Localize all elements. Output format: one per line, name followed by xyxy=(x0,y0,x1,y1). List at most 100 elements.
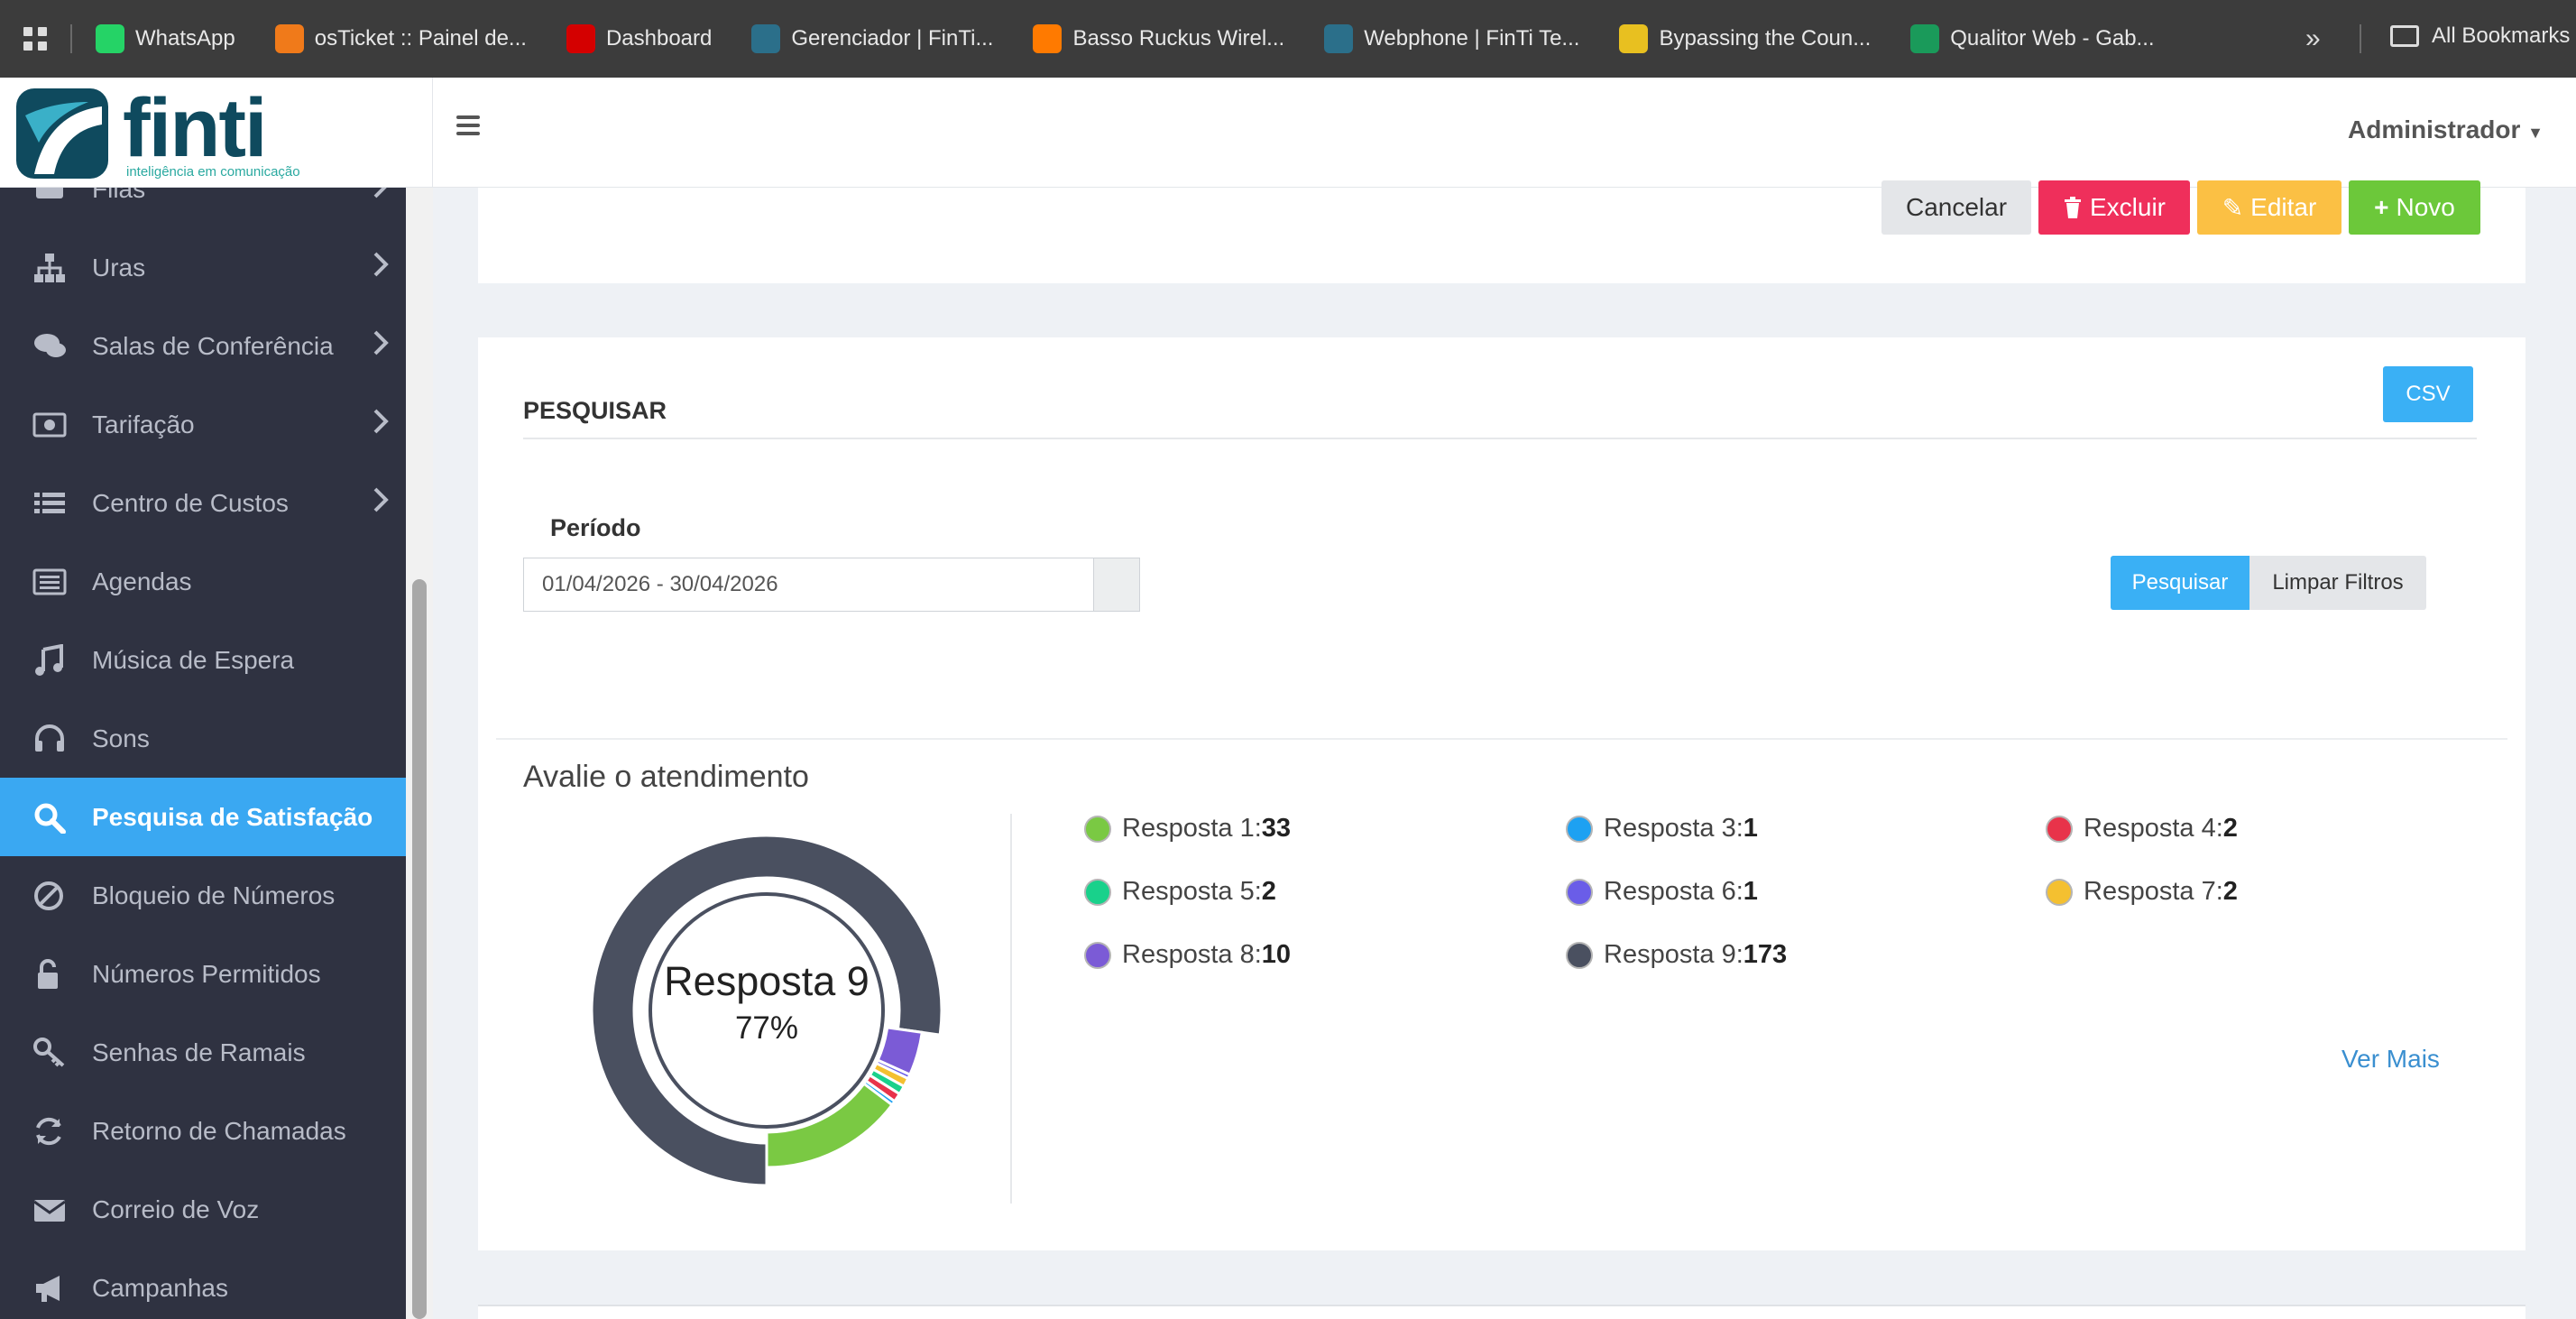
search-button[interactable]: Pesquisar xyxy=(2111,556,2249,610)
period-label: Período xyxy=(550,514,641,541)
all-bookmarks-label: All Bookmarks xyxy=(2432,23,2571,48)
sidebar-item-senhas-de-ramais[interactable]: Senhas de Ramais xyxy=(0,1013,406,1092)
legend-item[interactable]: Resposta 8: 10 xyxy=(1084,940,1291,970)
delete-button[interactable]: Excluir xyxy=(2038,180,2190,235)
bookmark-item[interactable]: Dashboard xyxy=(566,24,712,53)
legend-count: 33 xyxy=(1261,814,1292,843)
chevron-right-icon xyxy=(372,485,390,521)
sidebar-item-salas-de-conferencia[interactable]: Salas de Conferência xyxy=(0,307,406,385)
bookmark-label: Bypassing the Coun... xyxy=(1659,26,1872,51)
divider xyxy=(496,738,2507,740)
chevron-double-right-icon[interactable]: » xyxy=(2305,23,2321,54)
search-icon xyxy=(32,801,83,834)
music-icon xyxy=(32,643,83,677)
legend-swatch xyxy=(1566,878,1593,906)
app-header: finti inteligência em comunicação Admini… xyxy=(0,78,2576,188)
csv-label: CSV xyxy=(2406,382,2451,406)
legend-label: Resposta 3: xyxy=(1604,814,1743,843)
hamburger-menu-icon[interactable] xyxy=(456,115,480,135)
sidebar-item-label: Tarifação xyxy=(92,410,195,438)
chevron-right-icon xyxy=(372,250,390,285)
legend-count: 10 xyxy=(1261,940,1292,969)
delete-label: Excluir xyxy=(2089,193,2166,221)
pencil-icon: ✎ xyxy=(2222,193,2244,222)
period-date-range-input[interactable]: 01/04/2026 - 30/04/2026 xyxy=(523,558,1095,612)
sidebar-item-uras[interactable]: Uras xyxy=(0,228,406,307)
cancel-button[interactable]: Cancelar xyxy=(1881,180,2031,235)
sidebar-item-filas[interactable]: Filas xyxy=(0,188,406,228)
ban-icon xyxy=(32,880,83,912)
sidebar-item-numeros-permitidos[interactable]: Números Permitidos xyxy=(0,935,406,1013)
legend-swatch xyxy=(2046,815,2073,843)
sidebar-scrollbar-thumb[interactable] xyxy=(412,579,427,1319)
envelope-icon xyxy=(32,1194,83,1226)
bookmark-label: WhatsApp xyxy=(135,26,235,51)
agenda-icon xyxy=(32,566,83,598)
all-bookmarks-button[interactable]: All Bookmarks xyxy=(2390,23,2570,49)
sidebar-item-label: Filas xyxy=(92,188,146,203)
sidebar-item-label: Centro de Custos xyxy=(92,488,289,517)
plus-icon: + xyxy=(2374,193,2389,221)
sidebar-item-musica-de-espera[interactable]: Música de Espera xyxy=(0,621,406,699)
bookmark-item[interactable]: Qualitor Web - Gab... xyxy=(1910,24,2155,53)
unlock-icon xyxy=(32,958,83,991)
legend-item[interactable]: Resposta 4: 2 xyxy=(2046,814,2238,844)
logo[interactable]: finti inteligência em comunicação xyxy=(0,78,433,188)
see-more-link[interactable]: Ver Mais xyxy=(2341,1045,2440,1074)
bookmark-item[interactable]: Gerenciador | FinTi... xyxy=(751,24,993,53)
chart-center-percent: 77% xyxy=(734,1010,799,1046)
search-section-title: PESQUISAR xyxy=(523,397,667,424)
zabbix-icon xyxy=(566,24,595,53)
sidebar-item-centro-de-custos[interactable]: Centro de Custos xyxy=(0,464,406,542)
bookmark-label: Dashboard xyxy=(605,26,713,51)
list-icon xyxy=(32,487,83,520)
legend-count: 2 xyxy=(1261,877,1276,906)
csv-button[interactable]: CSV xyxy=(2383,366,2473,422)
sidebar-item-correio-de-voz[interactable]: Correio de Voz xyxy=(0,1170,406,1249)
legend-count: 2 xyxy=(2222,814,2238,843)
legend-item[interactable]: Resposta 6: 1 xyxy=(1566,877,1758,907)
user-menu[interactable]: Administrador ▼ xyxy=(2348,115,2544,144)
bookmark-item[interactable]: osTicket :: Painel de... xyxy=(274,24,527,53)
chat-icon xyxy=(32,330,83,363)
money-icon xyxy=(32,409,83,441)
legend-label: Resposta 9: xyxy=(1604,940,1743,969)
calendar-addon[interactable] xyxy=(1093,558,1140,612)
sidebar-item-label: Bloqueio de Números xyxy=(92,881,336,909)
sidebar-item-pesquisa-de-satisfacao[interactable]: Pesquisa de Satisfação xyxy=(0,778,406,856)
legend-item[interactable]: Resposta 1: 33 xyxy=(1084,814,1291,844)
sidebar-item-bloqueio-de-numeros[interactable]: Bloqueio de Números xyxy=(0,856,406,935)
sidebar-item-sons[interactable]: Sons xyxy=(0,699,406,778)
legend-swatch xyxy=(2046,878,2073,906)
sidebar: Filas Uras Salas de Conferência Tarifação Ce… xyxy=(0,188,406,1319)
chart-center-label: Resposta 9 xyxy=(664,958,869,1004)
legend-label: Resposta 4: xyxy=(2084,814,2223,843)
folder-icon xyxy=(2390,25,2419,47)
legend-item[interactable]: Resposta 5: 2 xyxy=(1084,877,1276,907)
sidebar-item-label: Agendas xyxy=(92,567,192,595)
sidebar-item-agendas[interactable]: Agendas xyxy=(0,542,406,621)
legend-count: 173 xyxy=(1743,940,1788,969)
user-name: Administrador xyxy=(2348,115,2521,143)
bookmark-item[interactable]: WhatsApp xyxy=(96,24,235,53)
legend-item[interactable]: Resposta 3: 1 xyxy=(1566,814,1758,844)
bookmark-item[interactable]: Basso Ruckus Wirel... xyxy=(1033,24,1284,53)
bookmark-item[interactable]: Bypassing the Coun... xyxy=(1619,24,1871,53)
sidebar-item-campanhas[interactable]: Campanhas xyxy=(0,1249,406,1319)
clear-filters-button[interactable]: Limpar Filtros xyxy=(2249,556,2426,610)
legend-count: 1 xyxy=(1743,877,1758,906)
legend-swatch xyxy=(1566,941,1593,969)
edit-button[interactable]: ✎ Editar xyxy=(2197,180,2341,235)
apps-grid-icon[interactable] xyxy=(0,26,70,51)
legend-item[interactable]: Resposta 7: 2 xyxy=(2046,877,2238,907)
bookmark-item[interactable]: Webphone | FinTi Te... xyxy=(1324,24,1579,53)
legend-label: Resposta 5: xyxy=(1122,877,1262,906)
sidebar-item-retorno-de-chamadas[interactable]: Retorno de Chamadas xyxy=(0,1092,406,1170)
legend-item[interactable]: Resposta 9: 173 xyxy=(1566,940,1787,970)
legend-swatch xyxy=(1084,878,1111,906)
headphones-icon xyxy=(32,723,83,755)
osticket-icon xyxy=(274,24,304,53)
sidebar-item-tarifacao[interactable]: Tarifação xyxy=(0,385,406,464)
new-button[interactable]: + Novo xyxy=(2349,180,2480,235)
legend-swatch xyxy=(1084,815,1111,843)
